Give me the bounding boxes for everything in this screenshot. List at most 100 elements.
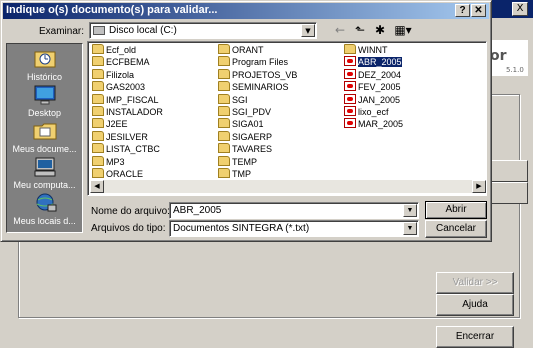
file-name: lixo_ecf — [358, 107, 389, 117]
open-button[interactable]: Abrir — [425, 201, 487, 219]
scroll-left-icon[interactable]: ◀ — [90, 180, 104, 193]
file-name: ABR_2005 — [357, 56, 403, 69]
filetype-select[interactable]: Documentos SINTEGRA (*.txt) ▼ — [169, 220, 419, 237]
folder-icon — [218, 130, 230, 141]
chevron-down-icon[interactable]: ▼ — [301, 24, 315, 37]
folder-icon — [92, 168, 104, 178]
filename-label: Nome do arquivo: — [91, 206, 170, 217]
file-list-item[interactable]: INSTALADOR — [92, 106, 163, 118]
look-in-dropdown[interactable]: Disco local (C:) ▼ — [89, 22, 317, 39]
folder-icon — [218, 118, 230, 129]
file-list-item[interactable]: FEV_2005 — [344, 81, 401, 93]
file-list-item[interactable]: ORANT — [218, 44, 264, 56]
file-list-item[interactable]: TMP — [218, 168, 251, 180]
place-label: Meus docume... — [12, 144, 77, 154]
drive-icon — [93, 26, 105, 35]
validar-button[interactable]: Validar >> — [436, 272, 514, 294]
help-button[interactable]: ? — [455, 4, 470, 17]
file-list-item[interactable]: ABR_2005 — [344, 56, 403, 69]
back-icon[interactable]: ← — [331, 22, 349, 39]
file-name: Ecf_old — [106, 45, 137, 55]
place-network[interactable]: Meus locais d... — [7, 192, 82, 226]
folder-icon — [92, 118, 104, 129]
chevron-down-icon[interactable]: ▼ — [403, 222, 417, 235]
folder-icon — [92, 143, 104, 154]
file-list-item[interactable]: LISTA_CTBC — [92, 143, 160, 155]
encerrar-button[interactable]: Encerrar — [436, 326, 514, 348]
file-name: JESILVER — [106, 131, 148, 142]
folder-icon — [92, 130, 104, 141]
ajuda-button[interactable]: Ajuda — [436, 294, 514, 316]
file-list-item[interactable]: lixo_ecf — [344, 106, 389, 118]
desktop-icon — [34, 85, 55, 105]
file-list-item[interactable]: WINNT — [344, 44, 388, 56]
file-list-item[interactable]: J2EE — [92, 118, 128, 130]
document-icon — [344, 68, 356, 79]
folder-icon — [218, 143, 230, 154]
look-in-label: Examinar: — [39, 26, 85, 37]
file-list-item[interactable]: ECFBEMA — [92, 56, 150, 68]
new-folder-icon[interactable]: ✱ — [371, 22, 389, 39]
file-list[interactable]: ◀ ▶ Ecf_old ECFBEMA Filizola GAS2003 IMP_FIS… — [87, 41, 487, 196]
horizontal-scrollbar[interactable]: ◀ ▶ — [90, 180, 486, 193]
open-file-dialog: Indique o(s) documento(s) para validar..… — [0, 0, 492, 242]
folder-icon — [218, 93, 230, 104]
place-my-computer[interactable]: Meu computa... — [7, 156, 82, 190]
look-in-value: Disco local (C:) — [109, 25, 177, 36]
file-list-item[interactable]: MAR_2005 — [344, 118, 403, 130]
file-list-item[interactable]: SEMINARIOS — [218, 81, 289, 93]
file-name: ECFBEMA — [106, 57, 150, 68]
file-name: SGI_PDV — [232, 107, 272, 117]
file-list-item[interactable]: MP3 — [92, 155, 125, 168]
file-list-item[interactable]: GAS2003 — [92, 81, 145, 93]
file-list-item[interactable]: Ecf_old — [92, 44, 136, 56]
file-list-item[interactable]: ORACLE — [92, 168, 143, 180]
document-icon — [344, 81, 356, 92]
file-list-item[interactable]: SIGAERP — [218, 130, 272, 143]
file-list-item[interactable]: SIGA01 — [218, 118, 264, 130]
file-name: LISTA_CTBC — [106, 144, 160, 155]
file-list-item[interactable]: JAN_2005 — [344, 93, 400, 106]
file-list-item[interactable]: DEZ_2004 — [344, 68, 402, 81]
file-name: SEMINARIOS — [232, 82, 289, 93]
file-name: WINNT — [358, 45, 388, 55]
file-list-item[interactable]: TAVARES — [218, 143, 272, 155]
file-list-item[interactable]: PROJETOS_VB — [218, 68, 297, 81]
up-folder-icon[interactable]: ⬑ — [351, 22, 369, 39]
filename-value: ABR_2005 — [173, 205, 222, 216]
folder-icon — [92, 68, 104, 79]
file-list-item[interactable]: SGI_PDV — [218, 106, 271, 118]
filename-input[interactable]: ABR_2005 ▼ — [169, 202, 419, 219]
file-list-item[interactable]: JESILVER — [92, 130, 148, 143]
folder-icon — [344, 44, 356, 54]
dialog-titlebar[interactable]: Indique o(s) documento(s) para validar..… — [3, 3, 489, 19]
file-name: DEZ_2004 — [358, 69, 402, 80]
document-icon — [344, 118, 356, 129]
place-label: Desktop — [27, 108, 62, 118]
folder-icon — [218, 68, 230, 79]
place-my-documents[interactable]: Meus docume... — [7, 120, 82, 154]
file-name: SGI — [232, 94, 248, 105]
view-menu-icon[interactable]: ▦▾ — [391, 22, 415, 39]
file-name: MP3 — [106, 156, 125, 167]
document-icon — [344, 106, 356, 116]
scroll-right-icon[interactable]: ▶ — [472, 180, 486, 193]
folder-icon — [218, 81, 230, 92]
file-list-item[interactable]: Filizola — [92, 68, 134, 81]
place-history[interactable]: Histórico — [7, 48, 82, 82]
file-list-item[interactable]: TEMP — [218, 155, 257, 168]
file-name: TAVARES — [232, 144, 273, 155]
place-desktop[interactable]: Desktop — [7, 84, 82, 118]
place-label: Histórico — [26, 72, 62, 82]
close-button[interactable]: ✕ — [471, 4, 486, 17]
file-list-item[interactable]: IMP_FISCAL — [92, 93, 159, 106]
version-label: 5.1.0 — [506, 66, 524, 74]
folder-icon — [92, 44, 104, 54]
file-list-item[interactable]: Program Files — [218, 56, 288, 68]
chevron-down-icon[interactable]: ▼ — [403, 204, 417, 217]
cancel-button[interactable]: Cancelar — [425, 220, 487, 238]
folder-icon — [218, 56, 230, 67]
history-icon — [34, 51, 55, 68]
background-close-button[interactable]: X — [512, 2, 528, 16]
file-list-item[interactable]: SGI — [218, 93, 248, 106]
